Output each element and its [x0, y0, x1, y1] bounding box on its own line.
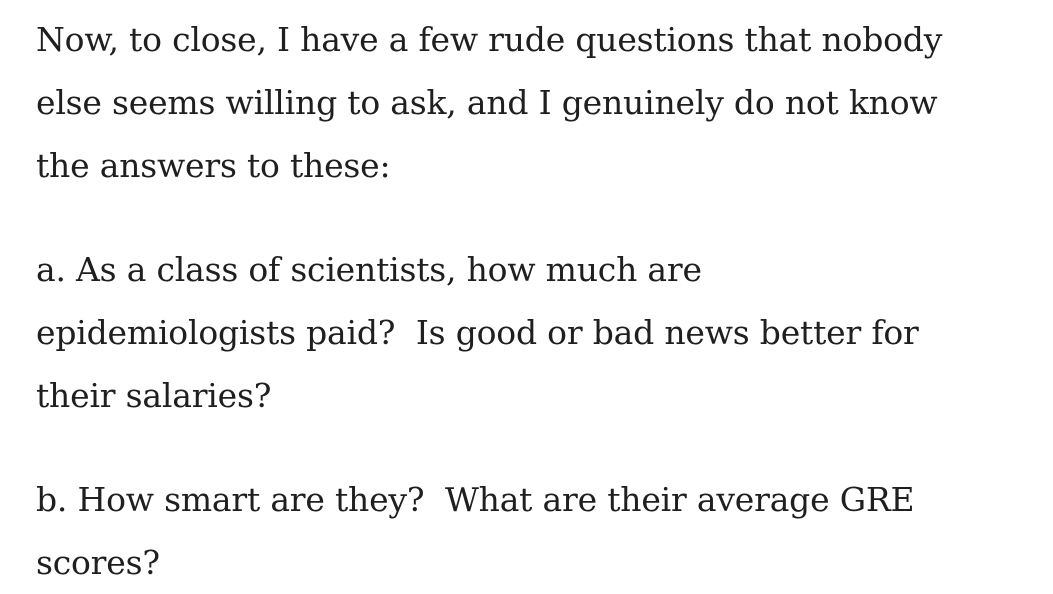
- article-excerpt: Now, to close, I have a few rude questio…: [36, 8, 1036, 594]
- question-b-paragraph: b. How smart are they? What are their av…: [36, 480, 915, 582]
- question-a-paragraph: a. As a class of scientists, how much ar…: [36, 250, 919, 415]
- closing-intro-paragraph: Now, to close, I have a few rude questio…: [36, 20, 943, 185]
